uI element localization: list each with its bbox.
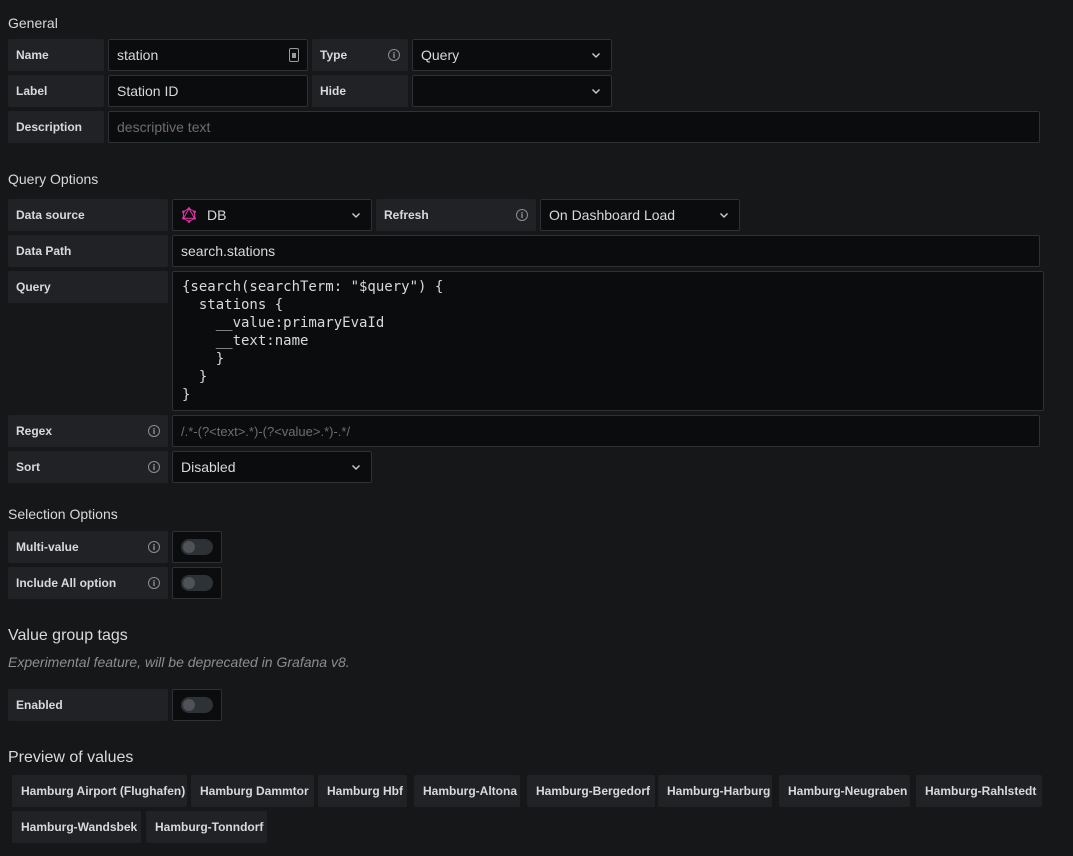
- preview-value-tag: Hamburg-Neugraben: [779, 775, 910, 807]
- chevron-down-icon: [589, 84, 603, 98]
- type-select[interactable]: Query: [412, 39, 612, 71]
- refresh-label-text: Refresh: [384, 208, 429, 222]
- switch-track: [181, 539, 213, 555]
- include-all-label-text: Include All option: [16, 576, 117, 590]
- chevron-down-icon: [589, 48, 603, 62]
- sort-select[interactable]: Disabled: [172, 451, 372, 483]
- regex-placeholder: /.*-(?<text>.*)-(?<value>.*)-.*/: [181, 423, 351, 439]
- description-input[interactable]: descriptive text: [108, 111, 1040, 143]
- switch-knob: [183, 699, 195, 711]
- name-label: Name: [8, 39, 104, 71]
- description-label-text: Description: [16, 120, 83, 134]
- info-icon[interactable]: i: [388, 49, 400, 61]
- graphql-icon: [181, 207, 197, 223]
- preview-title: Preview of values: [8, 749, 134, 766]
- selection-options-section-title: Selection Options: [8, 506, 118, 522]
- preview-value-tag: Hamburg-Wandsbek: [12, 811, 141, 843]
- refresh-select-value: On Dashboard Load: [549, 207, 676, 223]
- clipboard-icon: [289, 48, 299, 62]
- sort-label: Sort i: [8, 451, 168, 483]
- datasource-select[interactable]: DB: [172, 199, 372, 231]
- refresh-select[interactable]: On Dashboard Load: [540, 199, 740, 231]
- preview-value-tag: Hamburg Dammtor: [191, 775, 314, 807]
- multi-value-label-text: Multi-value: [16, 540, 79, 554]
- switch-knob: [183, 541, 195, 553]
- general-section-title: General: [8, 15, 58, 31]
- preview-value-tag: Hamburg-Harburg: [658, 775, 772, 807]
- switch-track: [181, 697, 213, 713]
- info-icon[interactable]: i: [148, 461, 160, 473]
- type-select-value: Query: [421, 47, 460, 63]
- refresh-label: Refresh i: [376, 199, 536, 231]
- preview-value-tag: Hamburg Airport (Flughafen): [12, 775, 187, 807]
- info-icon[interactable]: i: [148, 425, 160, 437]
- description-placeholder: descriptive text: [117, 119, 211, 135]
- sort-select-value: Disabled: [181, 459, 236, 475]
- multi-value-label: Multi-value i: [8, 531, 168, 563]
- type-label: Type i: [312, 39, 408, 71]
- preview-value-tag: Hamburg-Altona: [414, 775, 520, 807]
- datapath-label: Data Path: [8, 235, 168, 267]
- enabled-label-text: Enabled: [16, 698, 63, 712]
- switch-track: [181, 575, 213, 591]
- type-label-text: Type: [320, 48, 348, 62]
- datasource-label-text: Data source: [16, 208, 85, 222]
- label-label: Label: [8, 75, 104, 107]
- query-label-text: Query: [16, 280, 51, 294]
- info-icon[interactable]: i: [516, 209, 528, 221]
- label-label-text: Label: [16, 84, 48, 98]
- name-label-text: Name: [16, 48, 49, 62]
- include-all-label: Include All option i: [8, 567, 168, 599]
- info-icon[interactable]: i: [148, 577, 160, 589]
- include-all-switch[interactable]: [172, 567, 222, 599]
- label-input[interactable]: Station ID: [108, 75, 308, 107]
- datasource-select-value: DB: [207, 207, 227, 223]
- description-label: Description: [8, 111, 104, 143]
- preview-value-tag: Hamburg Hbf: [318, 775, 407, 807]
- chevron-down-icon: [717, 208, 731, 222]
- preview-value-tag: Hamburg-Bergedorf: [527, 775, 655, 807]
- info-icon[interactable]: i: [148, 541, 160, 553]
- value-group-tags-title: Value group tags: [8, 627, 128, 644]
- regex-label-text: Regex: [16, 424, 53, 438]
- regex-label: Regex i: [8, 415, 168, 447]
- name-input[interactable]: station: [108, 39, 308, 71]
- enabled-label: Enabled: [8, 689, 168, 721]
- regex-input[interactable]: /.*-(?<text>.*)-(?<value>.*)-.*/: [172, 415, 1040, 447]
- datasource-label: Data source: [8, 199, 168, 231]
- multi-value-switch[interactable]: [172, 531, 222, 563]
- enabled-switch[interactable]: [172, 689, 222, 721]
- query-label: Query: [8, 271, 168, 303]
- datapath-input-value: search.stations: [181, 243, 276, 259]
- hide-label: Hide: [312, 75, 408, 107]
- name-input-value: station: [117, 47, 159, 63]
- chevron-down-icon: [349, 460, 363, 474]
- label-input-value: Station ID: [117, 83, 179, 99]
- preview-value-tag: Hamburg-Tonndorf: [146, 811, 267, 843]
- switch-knob: [183, 577, 195, 589]
- hide-label-text: Hide: [320, 84, 347, 98]
- query-editor[interactable]: {search(searchTerm: "$query") { stations…: [172, 271, 1044, 411]
- query-options-section-title: Query Options: [8, 171, 99, 187]
- datapath-input[interactable]: search.stations: [172, 235, 1040, 267]
- hide-select[interactable]: [412, 75, 612, 107]
- value-group-tags-hint: Experimental feature, will be deprecated…: [8, 654, 350, 670]
- chevron-down-icon: [349, 208, 363, 222]
- preview-value-tag: Hamburg-Rahlstedt: [916, 775, 1042, 807]
- datapath-label-text: Data Path: [16, 244, 72, 258]
- sort-label-text: Sort: [16, 460, 40, 474]
